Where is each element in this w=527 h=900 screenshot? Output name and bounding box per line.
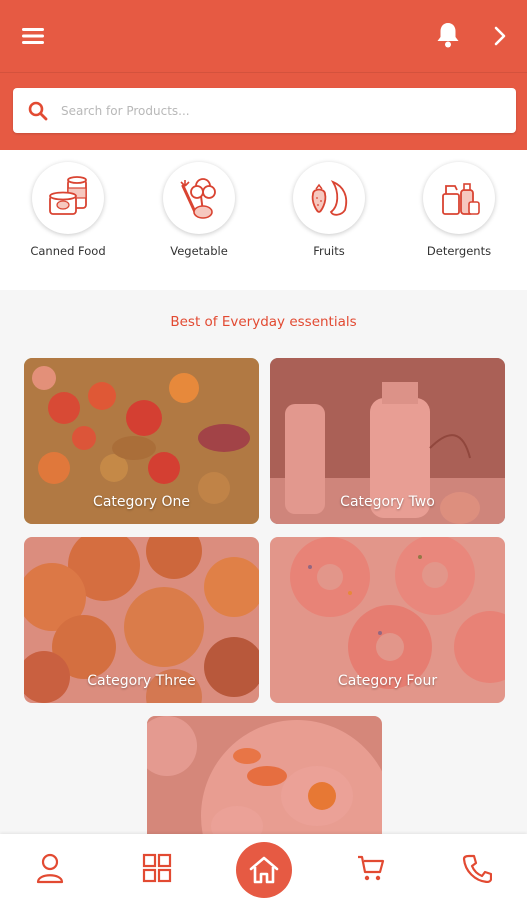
chevron-right-icon[interactable] [488, 22, 512, 50]
search-bar[interactable] [13, 88, 516, 133]
category-strip: Canned Food Vegetable Fruits Detergents [0, 150, 527, 290]
category-tile-four[interactable]: Category Four [270, 537, 505, 703]
header-divider [0, 72, 527, 73]
detergents-icon [423, 162, 495, 234]
category-label: Detergents [426, 244, 492, 258]
fruits-icon [293, 162, 365, 234]
profile-icon[interactable] [34, 852, 66, 884]
main-content: Best of Everyday essentials Category One… [0, 290, 527, 834]
category-detergents[interactable]: Detergents [394, 162, 524, 258]
cart-icon[interactable] [355, 852, 387, 884]
tile-label: Category One [93, 494, 190, 510]
tile-label: Category Two [340, 494, 435, 510]
grid-icon[interactable] [141, 852, 173, 884]
search-icon [28, 101, 48, 120]
tile-label: Category Three [87, 673, 196, 689]
menu-icon[interactable] [20, 22, 48, 50]
category-label: Vegetable [170, 244, 228, 258]
category-label: Fruits [313, 244, 345, 258]
app-header [0, 0, 527, 150]
home-button[interactable] [236, 842, 292, 898]
tile-label: Category Four [337, 673, 438, 689]
category-label: Canned Food [30, 244, 106, 258]
category-tile-three[interactable]: Category Three [24, 537, 259, 703]
vegetable-icon [163, 162, 235, 234]
canned-food-icon [32, 162, 104, 234]
tile-overlay [147, 716, 382, 834]
home-icon [249, 856, 279, 884]
category-tile-five[interactable] [147, 716, 382, 834]
bottom-navigation [0, 834, 527, 900]
category-tile-one[interactable]: Category One [24, 358, 259, 524]
category-tile-two[interactable]: Category Two [270, 358, 505, 524]
section-title: Best of Everyday essentials [170, 314, 357, 330]
phone-icon[interactable] [461, 852, 493, 884]
category-vegetable[interactable]: Vegetable [134, 162, 264, 258]
category-canned-food[interactable]: Canned Food [3, 162, 133, 258]
notification-bell-icon[interactable] [434, 20, 462, 50]
category-fruits[interactable]: Fruits [264, 162, 394, 258]
search-input[interactable] [61, 88, 516, 133]
